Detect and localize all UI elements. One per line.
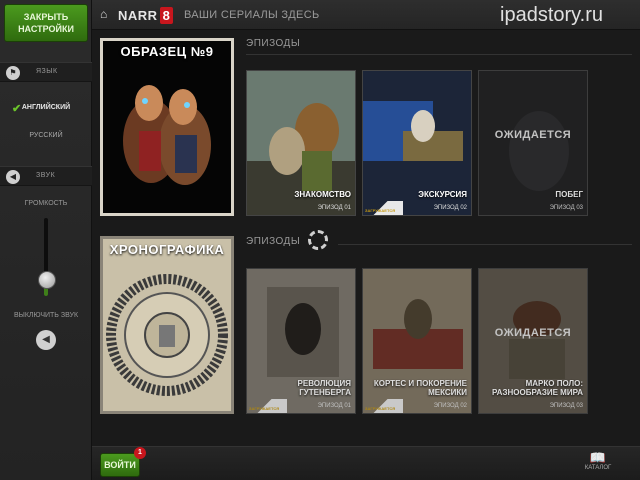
episode-card[interactable]: РЕВОЛЮЦИЯ ГУТЕНБЕРГА ЭПИЗОД 01 ЗАГРУЖАЕТ… bbox=[246, 268, 356, 414]
divider bbox=[246, 54, 632, 55]
episode-number: ЭПИЗОД 03 bbox=[549, 403, 583, 409]
series-cover-art bbox=[103, 41, 231, 213]
episode-number: ЭПИЗОД 01 bbox=[317, 403, 351, 409]
logo-number: 8 bbox=[159, 6, 173, 24]
catalog-label: КАТАЛОГ bbox=[584, 465, 612, 471]
downloading-badge: ЗАГРУЖАЕТСЯ bbox=[363, 201, 403, 215]
close-settings-button[interactable]: ЗАКРЫТЬ НАСТРОЙКИ bbox=[4, 4, 88, 42]
home-icon[interactable]: ⌂ bbox=[100, 8, 112, 20]
top-bar: ⌂ NARR 8 ВАШИ СЕРИАЛЫ ЗДЕСЬ ipadstory.ru bbox=[92, 0, 640, 30]
episode-title: ЭКСКУРСИЯ bbox=[418, 190, 467, 199]
volume-slider-handle[interactable] bbox=[38, 271, 56, 290]
episode-card[interactable]: ОЖИДАЕТСЯ МАРКО ПОЛО: РАЗНООБРАЗИЕ МИРА … bbox=[478, 268, 588, 414]
episode-number: ЭПИЗОД 02 bbox=[433, 205, 467, 211]
episode-card[interactable]: ЗНАКОМСТВО ЭПИЗОД 01 bbox=[246, 70, 356, 216]
tagline: ВАШИ СЕРИАЛЫ ЗДЕСЬ bbox=[184, 9, 320, 21]
speaker-icon: ◀ bbox=[6, 170, 20, 184]
episode-card[interactable]: КОРТЕС И ПОКОРЕНИЕ МЕКСИКИ ЭПИЗОД 02 ЗАГ… bbox=[362, 268, 472, 414]
logo-text: NARR bbox=[118, 7, 158, 23]
language-option-russian[interactable]: РУССКИЙ bbox=[0, 132, 92, 139]
pending-label: ОЖИДАЕТСЯ bbox=[494, 129, 572, 141]
mute-label: ВЫКЛЮЧИТЬ ЗВУК bbox=[13, 312, 79, 319]
catalog-button[interactable]: 📖 КАТАЛОГ bbox=[578, 450, 618, 472]
episode-title: ЗНАКОМСТВО bbox=[294, 190, 351, 199]
language-header-label: ЯЗЫК bbox=[36, 68, 58, 75]
series-title: ХРОНОГРАФИКА bbox=[109, 242, 225, 257]
episode-number: ЭПИЗОД 02 bbox=[433, 403, 467, 409]
watermark: ipadstory.ru bbox=[500, 4, 604, 26]
series-title: ОБРАЗЕЦ №9 bbox=[120, 44, 214, 59]
login-button[interactable]: ВОЙТИ bbox=[100, 453, 140, 477]
episode-title: РЕВОЛЮЦИЯ ГУТЕНБЕРГА bbox=[297, 379, 351, 397]
bottom-bar: ВОЙТИ 1 📖 КАТАЛОГ bbox=[92, 446, 640, 480]
volume-label: ГРОМКОСТЬ bbox=[24, 200, 68, 207]
sound-header-label: ЗВУК bbox=[36, 172, 56, 179]
flag-icon: ⚑ bbox=[6, 66, 20, 80]
episode-number: ЭПИЗОД 03 bbox=[549, 205, 583, 211]
downloading-badge: ЗАГРУЖАЕТСЯ bbox=[363, 399, 403, 413]
episode-card[interactable]: ОЖИДАЕТСЯ ПОБЕГ ЭПИЗОД 03 bbox=[478, 70, 588, 216]
episode-title: ПОБЕГ bbox=[555, 190, 583, 199]
spinner-icon bbox=[308, 230, 328, 250]
pending-label: ОЖИДАЕТСЯ bbox=[494, 327, 572, 339]
language-section-header: ⚑ ЯЗЫК bbox=[0, 62, 92, 82]
sound-section-header: ◀ ЗВУК bbox=[0, 166, 92, 186]
episodes-label: ЭПИЗОДЫ bbox=[246, 38, 301, 49]
series-cover-obrazets[interactable]: ОБРАЗЕЦ №9 bbox=[100, 38, 234, 216]
narr8-logo: NARR 8 bbox=[118, 6, 173, 24]
episodes-label: ЭПИЗОДЫ bbox=[246, 236, 301, 247]
episode-number: ЭПИЗОД 01 bbox=[317, 205, 351, 211]
language-option-english[interactable]: АНГЛИЙСКИЙ bbox=[0, 104, 92, 111]
episode-card[interactable]: ЭКСКУРСИЯ ЭПИЗОД 02 ЗАГРУЖАЕТСЯ bbox=[362, 70, 472, 216]
speaker-mute-icon[interactable]: ◀ bbox=[36, 330, 56, 350]
notification-badge: 1 bbox=[134, 447, 146, 459]
divider bbox=[338, 244, 632, 245]
settings-sidebar: ЗАКРЫТЬ НАСТРОЙКИ ⚑ ЯЗЫК ✔ АНГЛИЙСКИЙ РУ… bbox=[0, 0, 92, 480]
series-cover-chronografika[interactable]: ХРОНОГРАФИКА bbox=[100, 236, 234, 414]
series-cover-art bbox=[103, 239, 231, 411]
book-icon: 📖 bbox=[589, 450, 607, 465]
episode-title: МАРКО ПОЛО: РАЗНООБРАЗИЕ МИРА bbox=[492, 379, 583, 397]
downloading-badge: ЗАГРУЖАЕТСЯ bbox=[247, 399, 287, 413]
episode-title: КОРТЕС И ПОКОРЕНИЕ МЕКСИКИ bbox=[373, 379, 467, 397]
